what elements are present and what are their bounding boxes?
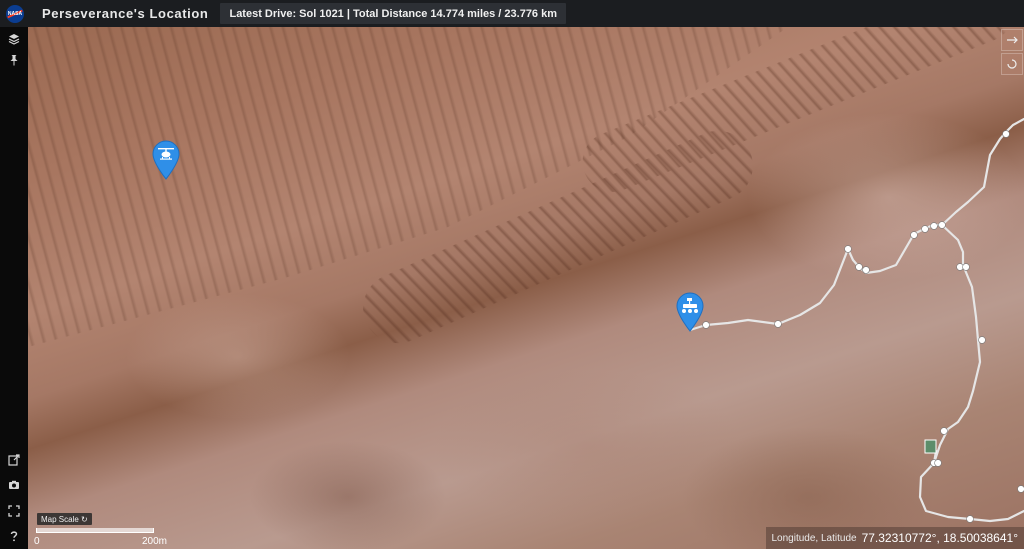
- map-scale-button[interactable]: Map Scale ↻: [37, 513, 92, 525]
- nasa-logo-text: NASA: [7, 10, 23, 17]
- nasa-logo[interactable]: NASA: [6, 4, 24, 23]
- map-canvas[interactable]: [28, 27, 1024, 549]
- pin-icon[interactable]: [6, 52, 22, 68]
- page-title: Perseverance's Location: [42, 6, 209, 21]
- coordinate-readout: Longitude, Latitude 77.32310772°, 18.500…: [765, 527, 1024, 549]
- fullscreen-icon[interactable]: [6, 503, 22, 519]
- rover-traverse-path: [688, 117, 1024, 523]
- camera-icon[interactable]: [6, 477, 22, 493]
- scale-start-label: 0: [34, 536, 40, 547]
- rover-marker[interactable]: [675, 292, 705, 332]
- left-toolbar: [0, 27, 28, 549]
- rotate-icon: [1007, 59, 1017, 69]
- layers-icon[interactable]: [6, 31, 22, 47]
- help-icon[interactable]: [6, 528, 22, 544]
- coordinate-label: Longitude, Latitude: [771, 532, 857, 544]
- plane-icon: [1007, 36, 1018, 44]
- map-scale-bar: [36, 528, 154, 533]
- latest-drive-badge: Latest Drive: Sol 1021 | Total Distance …: [220, 3, 567, 24]
- coordinate-value: 77.32310772°, 18.50038641°: [861, 531, 1018, 545]
- app-header: NASA Perseverance's Location Latest Driv…: [0, 0, 1024, 27]
- external-link-icon[interactable]: [6, 452, 22, 468]
- map-control-down[interactable]: [1001, 53, 1023, 75]
- helicopter-marker[interactable]: [151, 140, 181, 180]
- map-control-up[interactable]: [1001, 29, 1023, 51]
- scale-end-label: 200m: [142, 536, 168, 547]
